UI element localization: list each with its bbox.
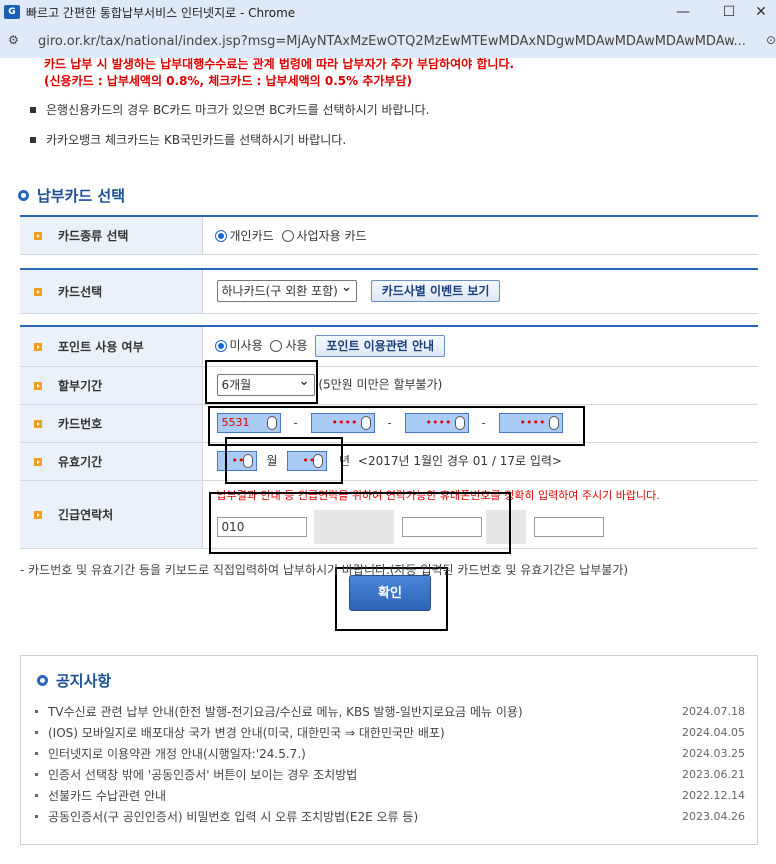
phone-last-input[interactable] (533, 516, 604, 537)
site-logo-icon: G (4, 5, 20, 19)
notice-item[interactable]: 인증서 선택창 밖에 '공동인증서' 버튼이 보이는 경우 조치방법 2023.0… (35, 764, 745, 784)
card-number-label: 카드번호 (20, 404, 203, 443)
emergency-contact-label: 긴급연락처 (20, 480, 203, 549)
arrow-icon (34, 511, 42, 519)
annotation-box-expiry (225, 437, 343, 484)
points-label: 포인트 사용 여부 (20, 326, 203, 367)
card-company-select[interactable]: 하나카드(구 외환 포함) (216, 278, 357, 303)
notice-item[interactable]: (IOS) 모바일지로 배포대상 국가 변경 안내(미국, 대한민국 ⇒ 대한민… (35, 722, 745, 742)
annotation-box-phone (209, 492, 511, 554)
section-title: 납부카드 선택 (18, 185, 125, 206)
section-bullet-icon (18, 190, 29, 201)
bc-card-notice-text: 은행신용카드의 경우 BC카드 마크가 있으면 BC카드를 선택하시기 바랍니다… (46, 103, 430, 117)
notice-item[interactable]: 인터넷지로 이용약관 개정 안내(시행일자:'24.5.7.) 2024.03.2… (35, 743, 745, 763)
confirm-button[interactable]: 확인 (349, 575, 431, 611)
radio-points-no[interactable] (214, 340, 227, 353)
section-bullet-icon (37, 675, 48, 686)
kakao-card-notice-text: 카카오뱅크 체크카드는 KB국민카드를 선택하시기 바랍니다. (46, 133, 347, 147)
installment-label: 할부기간 (20, 366, 203, 405)
card-select-table: 카드선택 하나카드(구 외환 포함) 카드사별 이벤트 보기 (20, 268, 758, 314)
section-title-text: 납부카드 선택 (37, 187, 126, 205)
bullet-icon (30, 136, 36, 143)
card-event-button[interactable]: 카드사별 이벤트 보기 (370, 280, 501, 303)
key-icon[interactable]: ⊙ (766, 33, 776, 47)
notice-item[interactable]: TV수신료 관련 납부 안내(한전 발행-전기요금/수신료 메뉴, KBS 발행… (35, 701, 745, 721)
personal-card-label: 개인카드 (229, 228, 274, 243)
expiry-label: 유효기간 (20, 442, 203, 481)
minimize-icon[interactable]: — (668, 2, 698, 22)
notice-board-title: 공지사항 (37, 670, 111, 691)
kakao-card-notice: 카카오뱅크 체크카드는 KB국민카드를 선택하시기 바랍니다. (30, 131, 346, 148)
fee-rate-notice: (신용카드 : 납부세액의 0.8%, 체크카드 : 납부세액의 0.5% 추가… (44, 74, 412, 88)
bullet-icon (30, 106, 36, 113)
arrow-icon (34, 382, 42, 390)
arrow-icon (34, 288, 42, 297)
bc-card-notice: 은행신용카드의 경우 BC카드 마크가 있으면 BC카드를 선택하시기 바랍니다… (30, 101, 429, 118)
card-type-table: 카드종류 선택 개인카드 사업자용 카드 (20, 215, 758, 255)
points-info-button[interactable]: 포인트 이용관련 안내 (315, 335, 446, 358)
annotation-box-installment (205, 360, 318, 404)
fee-notice: 카드 납부 시 발생하는 납부대행수수료는 관계 법령에 따라 납부자가 추가 … (44, 58, 515, 71)
installment-note: (5만원 미만은 할부불가) (318, 377, 443, 392)
radio-points-yes[interactable] (270, 340, 283, 353)
notice-item[interactable]: 선불카드 수납관련 안내 2022.12.14 (35, 785, 745, 805)
arrow-icon (34, 232, 42, 241)
arrow-icon (34, 458, 42, 466)
business-card-label: 사업자용 카드 (296, 228, 367, 243)
points-no-label: 미사용 (229, 338, 263, 353)
radio-business-card[interactable] (281, 230, 294, 243)
expiry-note: <2017년 1월인 경우 01 / 17로 입력> (357, 453, 562, 468)
close-icon[interactable]: ✕ (746, 2, 776, 22)
page-content: 카드 납부 시 발생하는 납부대행수수료는 관계 법령에 따라 납부자가 추가 … (0, 58, 776, 864)
window-title: 빠르고 간편한 통합납부서비스 인터넷지로 - Chrome (26, 5, 296, 20)
input-footnote: - 카드번호 및 유효기간 등을 키보드로 직접입력하여 납부하시기 바랍니다.… (20, 563, 629, 577)
maximize-icon[interactable]: ☐ (714, 2, 744, 22)
notice-item[interactable]: 공동인증서(구 공인인증서) 비밀번호 입력 시 오류 조치방법(E2E 오류 … (35, 806, 745, 826)
arrow-icon (34, 343, 42, 352)
points-yes-label: 사용 (285, 338, 308, 353)
notice-board: 공지사항 TV수신료 관련 납부 안내(한전 발행-전기요금/수신료 메뉴, K… (20, 655, 758, 845)
card-select-label: 카드선택 (20, 269, 203, 314)
address-bar: ⚙ giro.or.kr/tax/national/index.jsp?msg=… (0, 24, 776, 58)
card-type-label: 카드종류 선택 (20, 216, 203, 255)
arrow-icon (34, 420, 42, 428)
url-text[interactable]: giro.or.kr/tax/national/index.jsp?msg=Mj… (38, 34, 768, 49)
site-info-icon[interactable]: ⚙ (8, 33, 26, 49)
window-titlebar: G 빠르고 간편한 통합납부서비스 인터넷지로 - Chrome — ☐ ✕ (0, 0, 776, 24)
radio-personal-card[interactable] (214, 230, 227, 243)
